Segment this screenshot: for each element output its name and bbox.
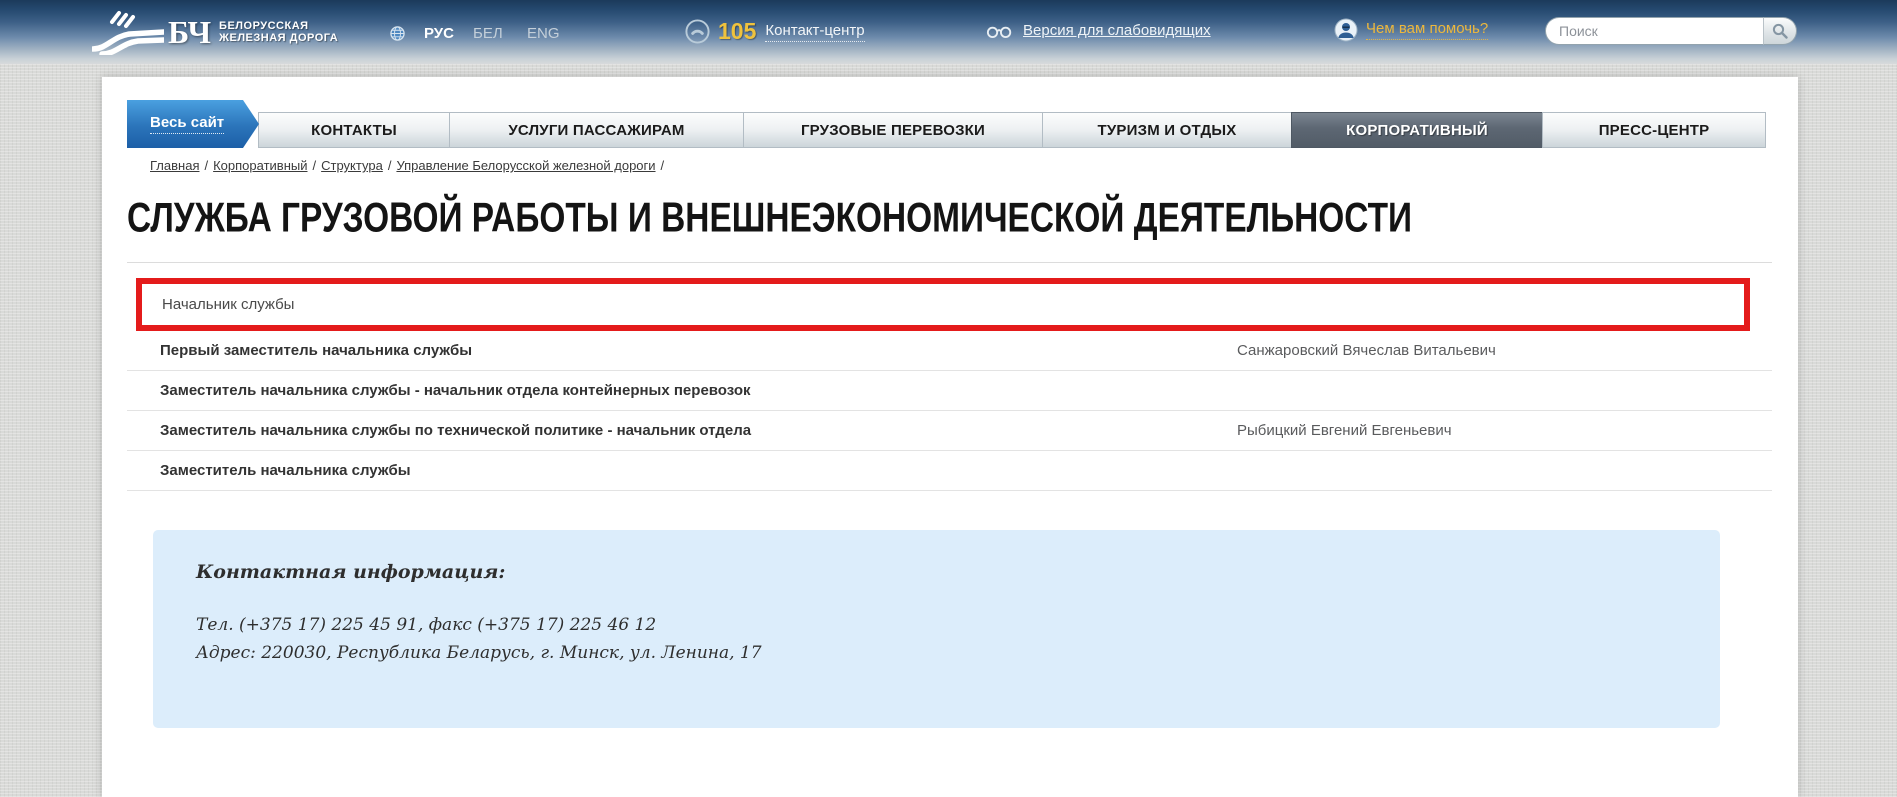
tab-passenger-services[interactable]: УСЛУГИ ПАССАЖИРАМ [449, 112, 744, 148]
contact-info-box: Контактная информация: Тел. (+375 17) 22… [153, 530, 1720, 728]
accessibility-link[interactable]: Версия для слабовидящих [1023, 22, 1211, 39]
position-label[interactable]: Начальник службы [162, 296, 294, 313]
logo-abbr: БЧ [168, 14, 211, 51]
assistant-avatar-icon [1334, 18, 1358, 42]
position-label[interactable]: Первый заместитель начальника службы [160, 331, 472, 371]
staff-table: Первый заместитель начальника службы Сан… [127, 331, 1772, 491]
main-navigation: Весь сайт КОНТАКТЫ УСЛУГИ ПАССАЖИРАМ ГРУ… [127, 100, 1772, 148]
staff-row-highlighted[interactable]: Начальник службы [136, 278, 1750, 331]
glasses-icon [986, 22, 1014, 39]
contact-info-lines: Тел. (+375 17) 225 45 91, факс (+375 17)… [196, 611, 1720, 667]
lang-rus[interactable]: РУС [424, 25, 454, 42]
person-name: Санжаровский Вячеслав Витальевич [1237, 331, 1496, 371]
tab-freight[interactable]: ГРУЗОВЫЕ ПЕРЕВОЗКИ [743, 112, 1043, 148]
search-icon [1772, 23, 1788, 39]
page-title: СЛУЖБА ГРУЗОВОЙ РАБОТЫ И ВНЕШНЕЭКОНОМИЧЕ… [127, 195, 1412, 242]
position-label[interactable]: Заместитель начальника службы по техниче… [160, 411, 751, 451]
lang-bel[interactable]: БЕЛ [473, 25, 503, 42]
tab-tourism[interactable]: ТУРИЗМ И ОТДЫХ [1042, 112, 1292, 148]
search-button[interactable] [1763, 17, 1797, 45]
globe-icon [390, 26, 405, 41]
position-label[interactable]: Заместитель начальника службы - начальни… [160, 371, 751, 411]
contact-center-link[interactable]: Контакт-центр [765, 22, 864, 42]
table-row[interactable]: Первый заместитель начальника службы Сан… [127, 331, 1772, 371]
breadcrumb-structure[interactable]: Структура [321, 158, 383, 173]
contact-address-line: Адрес: 220030, Республика Беларусь, г. М… [196, 639, 1720, 667]
railway-tracks-icon [92, 9, 164, 55]
content-page: Весь сайт КОНТАКТЫ УСЛУГИ ПАССАЖИРАМ ГРУ… [102, 77, 1798, 797]
contact-info-heading: Контактная информация: [196, 561, 1720, 583]
breadcrumb: Главная/Корпоративный/Структура/Управлен… [150, 158, 669, 173]
logo-text: БЕЛОРУССКАЯ ЖЕЛЕЗНАЯ ДОРОГА [219, 20, 338, 44]
contact-center-group: 105 Контакт-центр [684, 18, 865, 45]
accessibility-group: Версия для слабовидящих [986, 22, 1211, 39]
table-row[interactable]: Заместитель начальника службы - начальни… [127, 371, 1772, 411]
help-group: Чем вам помочь? [1334, 18, 1488, 42]
search-group [1545, 17, 1797, 45]
tab-corporate[interactable]: КОРПОРАТИВНЫЙ [1291, 112, 1543, 148]
position-label[interactable]: Заместитель начальника службы [160, 451, 411, 491]
breadcrumb-home[interactable]: Главная [150, 158, 199, 173]
divider [127, 262, 1772, 263]
help-link[interactable]: Чем вам помочь? [1366, 20, 1488, 40]
lang-eng[interactable]: ENG [527, 25, 560, 42]
person-name: Рыбицкий Евгений Евгеньевич [1237, 411, 1452, 451]
tab-whole-site[interactable]: Весь сайт [127, 100, 259, 148]
breadcrumb-administration[interactable]: Управление Белорусской железной дороги [396, 158, 655, 173]
table-row[interactable]: Заместитель начальника службы по техниче… [127, 411, 1772, 451]
tab-press-center[interactable]: ПРЕСС-ЦЕНТР [1542, 112, 1766, 148]
contact-phone-line: Тел. (+375 17) 225 45 91, факс (+375 17)… [196, 611, 1720, 639]
contact-center-number: 105 [718, 18, 756, 45]
search-input[interactable] [1545, 17, 1763, 45]
site-logo[interactable]: БЧ БЕЛОРУССКАЯ ЖЕЛЕЗНАЯ ДОРОГА [92, 9, 338, 55]
tab-contacts[interactable]: КОНТАКТЫ [258, 112, 450, 148]
table-row[interactable]: Заместитель начальника службы [127, 451, 1772, 491]
site-header: БЧ БЕЛОРУССКАЯ ЖЕЛЕЗНАЯ ДОРОГА РУС БЕЛ E… [0, 0, 1897, 64]
phone-icon [684, 18, 711, 45]
breadcrumb-corporate[interactable]: Корпоративный [213, 158, 307, 173]
